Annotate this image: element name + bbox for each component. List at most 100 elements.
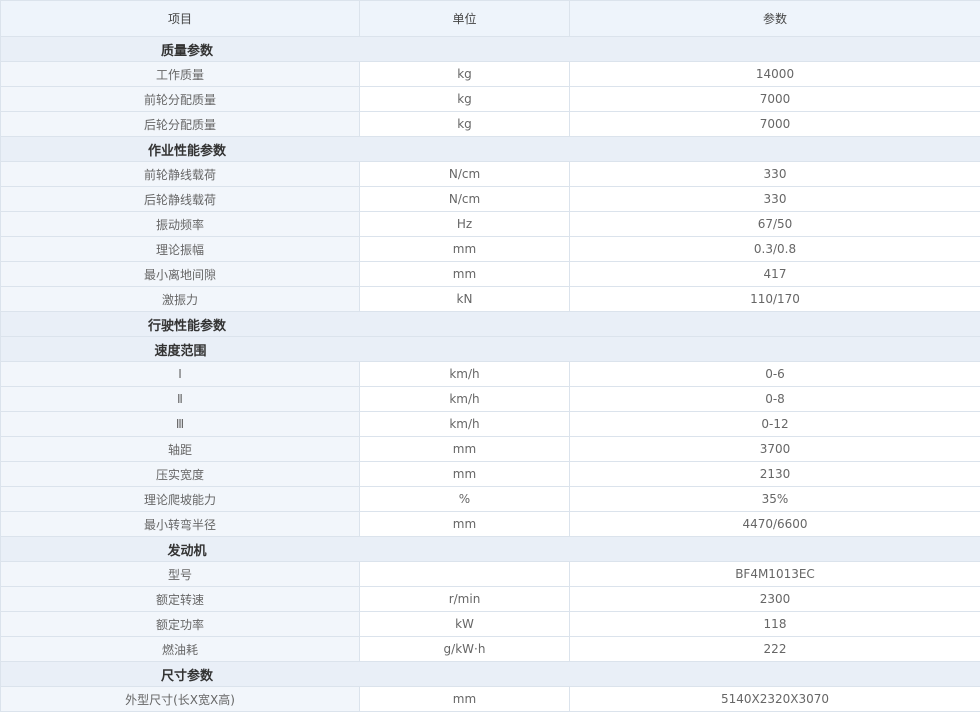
section-row: 发动机 — [0, 536, 980, 562]
table-header: 项目 单位 参数 — [0, 0, 980, 37]
row-value: 7000 — [569, 111, 980, 137]
row-unit: Hz — [359, 211, 570, 237]
table-row: 额定转速 r/min 2300 — [0, 586, 980, 612]
row-value: 0-8 — [569, 386, 980, 412]
row-label: 理论爬坡能力 — [0, 486, 360, 512]
row-unit — [359, 561, 570, 587]
table-row: 前轮分配质量 kg 7000 — [0, 86, 980, 112]
section-title: 质量参数 — [160, 43, 213, 59]
row-value: 0-6 — [569, 361, 980, 387]
subsection-row: 速度范围 — [0, 336, 980, 362]
section-cell: 行驶性能参数 — [0, 311, 980, 337]
row-unit: km/h — [359, 411, 570, 437]
row-label: Ⅱ — [0, 386, 360, 412]
row-label: 轴距 — [0, 436, 360, 462]
row-value: 2130 — [569, 461, 980, 487]
header-value: 参数 — [569, 0, 980, 37]
row-label: 后轮静线载荷 — [0, 186, 360, 212]
row-label: 工作质量 — [0, 61, 360, 87]
table-row: 后轮分配质量 kg 7000 — [0, 111, 980, 137]
row-label: 前轮静线载荷 — [0, 161, 360, 187]
row-label: 前轮分配质量 — [0, 86, 360, 112]
row-value: 14000 — [569, 61, 980, 87]
table-row: 理论振幅 mm 0.3/0.8 — [0, 236, 980, 262]
row-label: 后轮分配质量 — [0, 111, 360, 137]
table-row: 燃油耗 g/kW·h 222 — [0, 636, 980, 662]
section-row: 尺寸参数 — [0, 661, 980, 687]
section-cell: 作业性能参数 — [0, 136, 980, 162]
row-value: 3700 — [569, 436, 980, 462]
row-label: 最小转弯半径 — [0, 511, 360, 537]
row-value: 67/50 — [569, 211, 980, 237]
section-title: 行驶性能参数 — [147, 318, 226, 334]
table-row: 工作质量 kg 14000 — [0, 61, 980, 87]
row-value: 222 — [569, 636, 980, 662]
section-title: 作业性能参数 — [147, 143, 226, 159]
row-label: 激振力 — [0, 286, 360, 312]
row-value: 7000 — [569, 86, 980, 112]
row-unit: g/kW·h — [359, 636, 570, 662]
table-row: 外型尺寸(长X宽X高) mm 5140X2320X3070 — [0, 686, 980, 712]
table-row: 理论爬坡能力% 35% — [0, 486, 980, 512]
row-unit: kg — [359, 111, 570, 137]
row-unit: kW — [359, 611, 570, 637]
row-value: 0.3/0.8 — [569, 236, 980, 262]
row-unit: % — [359, 486, 570, 512]
table-row: 压实宽度 mm 2130 — [0, 461, 980, 487]
row-value: 5140X2320X3070 — [569, 686, 980, 712]
table-body: 质量参数 工作质量 kg 14000 前轮分配质量 kg 7000 后轮分配质量 kg 7000 作… — [0, 36, 980, 712]
subsection-title: 速度范围 — [154, 343, 207, 359]
table-row: 前轮静线载荷 N/cm 330 — [0, 161, 980, 187]
section-title: 发动机 — [167, 543, 207, 559]
header-row: 项目 单位 参数 — [0, 0, 980, 37]
section-cell: 发动机 — [0, 536, 980, 562]
row-unit: mm — [359, 686, 570, 712]
row-unit: N/cm — [359, 186, 570, 212]
row-unit: r/min — [359, 586, 570, 612]
row-value: 4470/6600 — [569, 511, 980, 537]
row-unit: mm — [359, 436, 570, 462]
section-row: 作业性能参数 — [0, 136, 980, 162]
table-row: Ⅲkm/h 0-12 — [0, 411, 980, 437]
row-unit: N/cm — [359, 161, 570, 187]
row-value: 2300 — [569, 586, 980, 612]
row-label: Ⅲ — [0, 411, 360, 437]
row-unit: km/h — [359, 386, 570, 412]
row-unit: mm — [359, 236, 570, 262]
row-unit: mm — [359, 461, 570, 487]
row-label: 燃油耗 — [0, 636, 360, 662]
table-row: 额定功率 kW 118 — [0, 611, 980, 637]
row-unit: km/h — [359, 361, 570, 387]
section-cell: 质量参数 — [0, 36, 980, 62]
row-value: 118 — [569, 611, 980, 637]
section-title: 尺寸参数 — [160, 668, 213, 684]
row-label: 额定转速 — [0, 586, 360, 612]
row-label: Ⅰ — [0, 361, 360, 387]
table-row: 激振力 kN 110/170 — [0, 286, 980, 312]
row-label: 压实宽度 — [0, 461, 360, 487]
table-row: 最小转弯半径 mm 4470/6600 — [0, 511, 980, 537]
table-row: Ⅱkm/h 0-8 — [0, 386, 980, 412]
header-unit: 单位 — [359, 0, 570, 37]
row-label: 最小离地间隙 — [0, 261, 360, 287]
table-row: 后轮静线载荷 N/cm 330 — [0, 186, 980, 212]
row-value: 330 — [569, 161, 980, 187]
table-row: 最小离地间隙 mm 417 — [0, 261, 980, 287]
row-value: 330 — [569, 186, 980, 212]
table-row: 振动频率 Hz 67/50 — [0, 211, 980, 237]
row-value: 110/170 — [569, 286, 980, 312]
row-value: BF4M1013EC — [569, 561, 980, 587]
section-row: 行驶性能参数 — [0, 311, 980, 337]
row-unit: mm — [359, 511, 570, 537]
row-unit: mm — [359, 261, 570, 287]
row-unit: kN — [359, 286, 570, 312]
row-label: 外型尺寸(长X宽X高) — [0, 686, 360, 712]
subsection-cell: 速度范围 — [0, 336, 980, 362]
section-cell: 尺寸参数 — [0, 661, 980, 687]
table-row: 型号 BF4M1013EC — [0, 561, 980, 587]
row-unit: kg — [359, 86, 570, 112]
row-value: 35% — [569, 486, 980, 512]
row-label: 额定功率 — [0, 611, 360, 637]
table-row: Ⅰkm/h 0-6 — [0, 361, 980, 387]
row-value: 0-12 — [569, 411, 980, 437]
